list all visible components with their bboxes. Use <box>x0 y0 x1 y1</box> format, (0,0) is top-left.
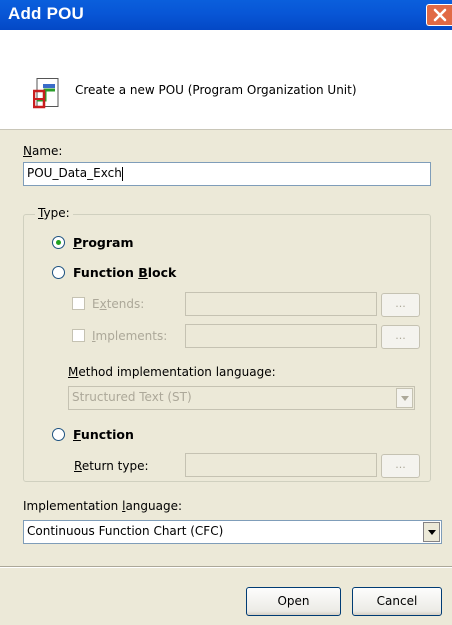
name-label: Name: <box>23 144 63 158</box>
name-input[interactable]: POU_Data_Exch <box>23 162 431 186</box>
cancel-button[interactable]: Cancel <box>352 587 442 616</box>
extends-browse-button[interactable]: ... <box>381 293 420 317</box>
implements-checkbox[interactable] <box>72 329 85 342</box>
method-language-value: Structured Text (ST) <box>72 390 192 404</box>
function-label[interactable]: Function <box>73 427 134 442</box>
name-input-value: POU_Data_Exch <box>27 166 122 180</box>
implements-browse-button[interactable]: ... <box>381 325 420 349</box>
extends-label: Extends: <box>92 297 145 311</box>
close-icon <box>433 8 447 22</box>
program-radio[interactable] <box>52 236 65 249</box>
implementation-language-dropdown-button[interactable] <box>423 522 440 542</box>
pou-icon <box>33 78 59 109</box>
extends-input[interactable] <box>185 292 377 316</box>
type-label: Type: <box>35 206 73 220</box>
return-type-label: Return type: <box>74 459 149 473</box>
footer-separator <box>0 566 452 568</box>
implementation-language-value: Continuous Function Chart (CFC) <box>27 524 224 538</box>
open-button[interactable]: Open <box>246 587 341 616</box>
close-button[interactable] <box>426 4 452 26</box>
implementation-language-label: Implementation language: <box>23 499 183 513</box>
title-bar: Add POU <box>0 0 452 30</box>
method-language-label: Method implementation language: <box>68 365 276 379</box>
method-language-select[interactable]: Structured Text (ST) <box>68 386 415 410</box>
implements-label: Implements: <box>92 329 168 343</box>
return-type-input[interactable] <box>185 453 377 477</box>
return-type-browse-button[interactable]: ... <box>381 454 420 478</box>
program-label[interactable]: Program <box>73 235 134 250</box>
extends-checkbox[interactable] <box>72 297 85 310</box>
dialog-header: Create a new POU (Program Organization U… <box>0 30 452 130</box>
chevron-down-icon <box>401 396 409 401</box>
method-language-dropdown-button[interactable] <box>396 388 413 408</box>
window-title: Add POU <box>8 4 85 23</box>
text-caret <box>121 166 123 181</box>
implementation-language-select[interactable]: Continuous Function Chart (CFC) <box>23 520 442 544</box>
header-description: Create a new POU (Program Organization U… <box>75 83 357 97</box>
function-radio[interactable] <box>52 428 65 441</box>
implements-input[interactable] <box>185 324 377 348</box>
function-block-label[interactable]: Function Block <box>73 265 176 280</box>
function-block-radio[interactable] <box>52 266 65 279</box>
chevron-down-icon <box>428 530 436 535</box>
